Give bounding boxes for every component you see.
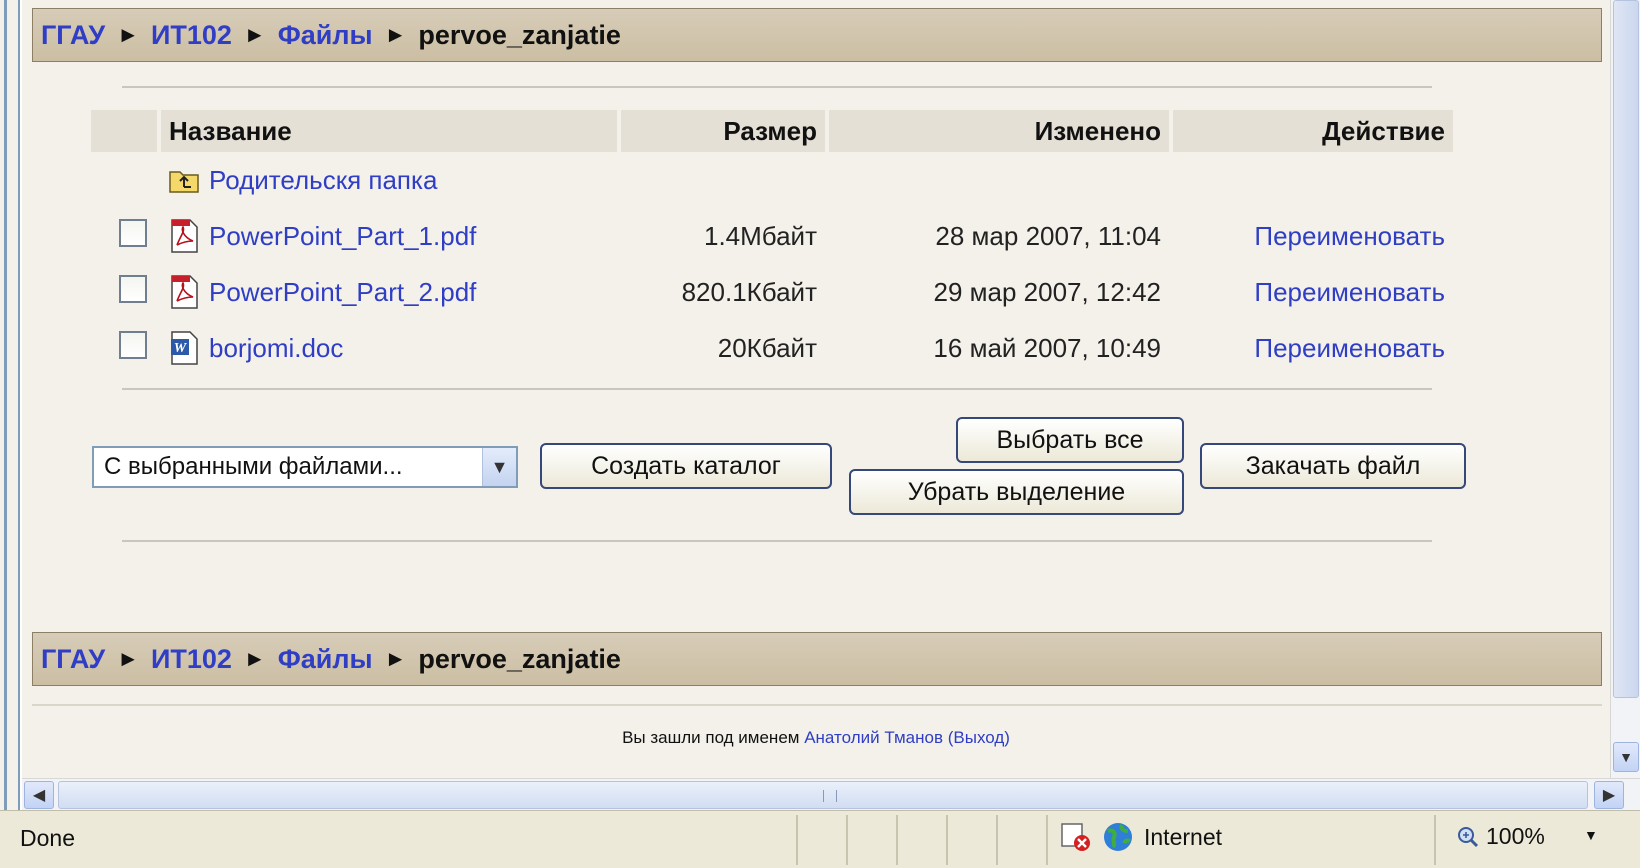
- select-value: С выбранными файлами...: [104, 453, 403, 480]
- breadcrumb-link-ggau[interactable]: ГГАУ: [41, 644, 105, 675]
- create-directory-button[interactable]: Создать каталог: [540, 443, 832, 489]
- divider: [122, 540, 1432, 542]
- status-divider: [1046, 815, 1048, 865]
- parent-folder-icon: [169, 171, 199, 193]
- file-size: 20Кбайт: [717, 332, 817, 363]
- zoom-control[interactable]: 100%: [1456, 823, 1545, 850]
- file-checkbox[interactable]: [119, 218, 147, 247]
- table-header-row: Название Размер Изменено Действие: [91, 110, 1453, 152]
- file-checkbox[interactable]: [119, 274, 147, 303]
- parent-folder-link[interactable]: Родительскя папка: [209, 165, 437, 196]
- file-modified: 28 мар 2007, 11:04: [935, 220, 1161, 251]
- breadcrumb-separator: ►: [384, 22, 407, 47]
- zoom-level: 100%: [1486, 823, 1545, 849]
- rename-link[interactable]: Переименовать: [1254, 221, 1445, 251]
- breadcrumb-link-it102[interactable]: ИТ102: [151, 20, 232, 51]
- file-modified: 29 мар 2007, 12:42: [933, 276, 1161, 307]
- header-size[interactable]: Размер: [621, 110, 825, 152]
- divider: [122, 388, 1432, 390]
- table-row: PowerPoint_Part_1.pdf 1.4Мбайт 28 мар 20…: [91, 208, 1453, 264]
- select-all-button[interactable]: Выбрать все: [956, 417, 1184, 463]
- grip-icon: [823, 790, 837, 802]
- breadcrumb-link-it102[interactable]: ИТ102: [151, 644, 232, 675]
- breadcrumb-separator: ►: [384, 646, 407, 671]
- logout-link[interactable]: (Выход): [948, 728, 1010, 747]
- file-size: 1.4Мбайт: [704, 220, 817, 251]
- scroll-down-arrow-icon[interactable]: ▼: [1613, 742, 1639, 772]
- vertical-scroll-thumb[interactable]: [1613, 0, 1639, 698]
- status-divider: [846, 815, 848, 865]
- zone-label: Internet: [1144, 823, 1222, 850]
- security-zone[interactable]: Internet: [1060, 821, 1222, 853]
- pdf-file-icon: [171, 219, 198, 253]
- rename-link[interactable]: Переименовать: [1254, 333, 1445, 363]
- horizontal-scroll-thumb[interactable]: [58, 781, 1588, 809]
- zoom-magnifier-icon: [1458, 826, 1479, 847]
- files-table: Название Размер Изменено Действие Родите: [87, 110, 1457, 376]
- breadcrumb-link-files[interactable]: Файлы: [278, 644, 373, 675]
- chevron-down-icon[interactable]: ▼: [482, 448, 516, 486]
- breadcrumb-current: pervoe_zanjatie: [418, 19, 621, 50]
- header-checkbox-col: [91, 110, 157, 152]
- navbar-bottom: ГГАУ ► ИТ102 ► Файлы ► pervoe_zanjatie: [32, 632, 1602, 686]
- popup-blocked-icon: [1061, 823, 1090, 851]
- upload-file-button[interactable]: Закачать файл: [1200, 443, 1466, 489]
- header-action: Действие: [1173, 110, 1453, 152]
- window-left-border: [0, 0, 20, 868]
- horizontal-scrollbar[interactable]: ◀ ▶: [22, 778, 1640, 810]
- rename-link[interactable]: Переименовать: [1254, 277, 1445, 307]
- page-content: ГГАУ ► ИТ102 ► Файлы ► pervoe_zanjatie Н…: [22, 0, 1610, 778]
- status-divider: [996, 815, 998, 865]
- navbar-top: ГГАУ ► ИТ102 ► Файлы ► pervoe_zanjatie: [32, 8, 1602, 62]
- divider: [122, 86, 1432, 88]
- scroll-right-arrow-icon[interactable]: ▶: [1594, 781, 1624, 809]
- breadcrumb-separator: ►: [243, 646, 266, 671]
- breadcrumb-separator: ►: [117, 22, 139, 47]
- login-prefix: Вы зашли под именем: [622, 728, 800, 747]
- scroll-left-arrow-icon[interactable]: ◀: [24, 781, 54, 809]
- pdf-file-icon: [171, 275, 198, 309]
- status-text: Done: [20, 825, 75, 851]
- file-link[interactable]: borjomi.doc: [209, 333, 343, 364]
- with-selected-files-select[interactable]: С выбранными файлами... ▼: [92, 446, 518, 488]
- status-bar: Done Internet 100% ▼: [0, 810, 1640, 868]
- breadcrumb-separator: ►: [117, 646, 139, 671]
- status-divider: [1434, 815, 1436, 865]
- zoom-dropdown-icon[interactable]: ▼: [1584, 827, 1598, 843]
- deselect-all-button[interactable]: Убрать выделение: [849, 469, 1184, 515]
- file-link[interactable]: PowerPoint_Part_1.pdf: [209, 221, 476, 252]
- breadcrumb-link-files[interactable]: Файлы: [278, 20, 373, 51]
- header-name[interactable]: Название: [161, 110, 617, 152]
- table-row: PowerPoint_Part_2.pdf 820.1Кбайт 29 мар …: [91, 264, 1453, 320]
- status-divider: [946, 815, 948, 865]
- file-modified: 16 май 2007, 10:49: [933, 332, 1161, 363]
- breadcrumb-link-ggau[interactable]: ГГАУ: [41, 20, 105, 51]
- user-profile-link[interactable]: Анатолий Тманов: [804, 728, 943, 747]
- breadcrumb-current: pervoe_zanjatie: [418, 643, 621, 674]
- divider: [32, 704, 1602, 706]
- globe-icon: [1104, 823, 1132, 851]
- breadcrumb-separator: ►: [243, 22, 266, 47]
- word-file-icon: W: [171, 331, 198, 365]
- login-info: Вы зашли под именем Анатолий Тманов (Вых…: [22, 728, 1610, 748]
- table-row: W borjomi.doc 20Кбайт 16 май 2007, 10:49…: [91, 320, 1453, 376]
- status-divider: [896, 815, 898, 865]
- status-divider: [796, 815, 798, 865]
- file-link[interactable]: PowerPoint_Part_2.pdf: [209, 277, 476, 308]
- header-modified[interactable]: Изменено: [829, 110, 1169, 152]
- file-size: 820.1Кбайт: [681, 276, 817, 307]
- vertical-scrollbar[interactable]: ▼: [1610, 0, 1640, 778]
- svg-text:W: W: [174, 341, 188, 356]
- file-checkbox[interactable]: [119, 330, 147, 359]
- table-row: Родительскя папка: [91, 152, 1453, 208]
